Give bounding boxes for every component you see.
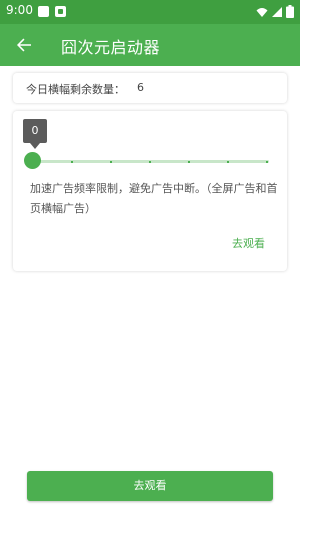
back-button[interactable] [12,33,36,57]
card-watch-button[interactable]: 去观看 [232,235,265,251]
banner-count-card: 今日横幅剩余数量： 6 [13,73,287,103]
ad-speed-description: 加速广告频率限制，避免广告中断。（全屏广告和首页横幅广告） [30,182,278,215]
banner-count-row: 今日横幅剩余数量： 6 [26,81,144,97]
slider-thumb[interactable] [24,152,41,169]
app-bar: 囧次元启动器 [0,24,300,66]
banner-count-label: 今日横幅剩余数量： [26,83,125,96]
notification-icon [38,6,49,17]
slider-value-tooltip: 0 [23,119,47,149]
status-icons [256,5,294,18]
status-time: 9:00 [6,3,33,17]
banner-count-value: 6 [137,81,144,94]
slider-tick [227,161,229,163]
battery-icon [286,5,294,18]
slider-track[interactable] [34,160,269,163]
ad-speed-card: 0 加速广告频率限制，避免广告中断。（全屏广告和首页横幅广告） 去观看 [13,111,287,271]
watch-ad-button[interactable]: 去观看 [27,471,273,501]
slider-tick [71,161,73,163]
status-bar: 9:00 [0,0,300,24]
page-title: 囧次元启动器 [61,38,161,57]
slider-tick [149,161,151,163]
slider-tick [188,161,190,163]
signal-icon [272,6,282,17]
slider-tick [266,161,268,163]
notification-icon [55,6,66,17]
wifi-icon [256,7,268,17]
arrow-back-icon [17,38,31,52]
slider-tick [110,161,112,163]
